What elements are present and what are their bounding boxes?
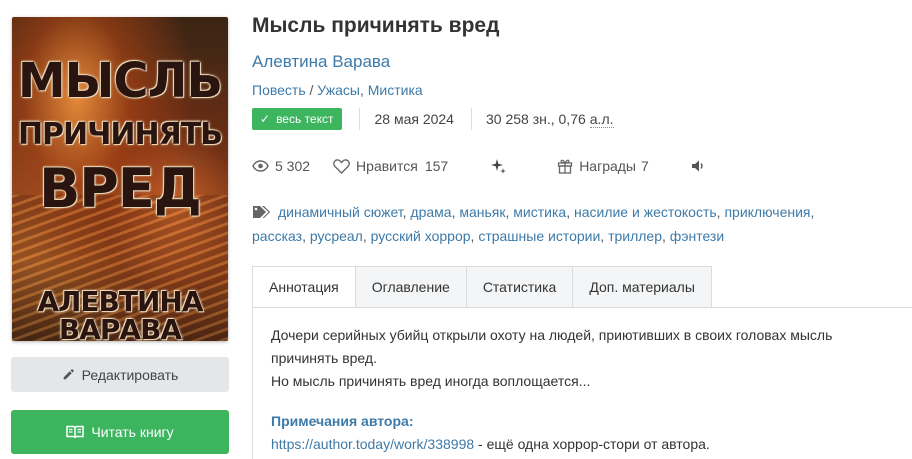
book-tabs: Аннотация Оглавление Статистика Доп. мат… [252,266,712,308]
tag-comma: , [600,228,609,244]
notes-link[interactable]: https://author.today/work/338998 [271,436,474,452]
book-cover[interactable]: МЫСЛЬ ПРИЧИНЯТЬ ВРЕД АЛЕВТИНА ВАРАВА [12,17,228,341]
book-page: МЫСЛЬ ПРИЧИНЯТЬ ВРЕД АЛЕВТИНА ВАРАВА Ред… [0,0,912,459]
heart-icon [333,158,350,174]
cover-author-line2: ВАРАВА [58,313,182,341]
tag-link[interactable]: маньяк [459,204,505,220]
tag-link[interactable]: рассказ [252,228,302,244]
cover-title-line1: МЫСЛЬ [17,53,223,109]
pencil-icon [62,368,75,381]
views-count: 5 302 [275,158,311,174]
tab-contents[interactable]: Оглавление [355,266,467,308]
annotation-text: Дочери серийных убийц открыли охоту на л… [271,327,833,366]
status-badge: ✓ весь текст [252,108,343,130]
audio-button[interactable] [690,159,712,173]
like-button[interactable]: Нравится 157 [333,158,448,174]
tag-link[interactable]: приключения [724,204,810,220]
edit-button[interactable]: Редактировать [11,357,229,392]
book-title: Мысль причинять вред [252,14,500,37]
tag-link[interactable]: мистика [513,204,566,220]
tag-link[interactable]: страшные истории [478,228,600,244]
annotation-text: Но мысль причинять вред иногда воплощает… [271,373,591,389]
tag-link[interactable]: триллер [608,228,662,244]
tags-icon [253,206,270,218]
text-size: 30 258 зн., 0,76 [485,111,586,127]
tab-statistics[interactable]: Статистика [466,266,574,308]
tab-annotation[interactable]: Аннотация [252,266,356,308]
size-unit[interactable]: а.л. [589,111,614,128]
read-book-label: Читать книгу [91,424,174,440]
edit-button-label: Редактировать [81,366,179,383]
likes-label: Нравится [356,158,418,174]
cover-title-line3: ВРЕД [39,157,202,220]
genre-link-mystic[interactable]: Мистика [368,82,423,98]
tag-comma: , [810,204,815,220]
publish-date: 28 мая 2024 [374,111,454,127]
genre-link-horror[interactable]: Ужасы [317,82,360,98]
genre-comma: , [359,82,368,98]
awards-count: 7 [641,158,649,174]
tag-link[interactable]: русреал [310,228,363,244]
tag-comma: , [662,228,670,244]
awards-button[interactable]: Награды 7 [557,158,649,174]
check-icon: ✓ [260,112,271,126]
form-link[interactable]: Повесть [252,82,306,98]
sparkles-icon [491,159,507,174]
eye-icon [252,160,269,172]
views-stat: 5 302 [252,158,310,174]
tag-link[interactable]: насилие и жестокость [574,204,717,220]
tab-extras[interactable]: Доп. материалы [573,266,712,308]
stats-row: 5 302 Нравится 157 Награды 7 [252,155,712,177]
read-book-button[interactable]: Читать книгу [11,410,229,454]
open-book-icon [66,425,85,439]
genre-separator: / [305,82,318,98]
tag-link[interactable]: фэнтези [670,228,724,244]
divider [470,108,472,130]
tag-link[interactable]: русский хоррор [371,228,471,244]
tags-list: динамичный сюжет, драма, маньяк, мистика… [252,200,892,248]
cover-title-line2: ПРИЧИНЯТЬ [17,117,223,152]
divider [359,108,361,130]
speaker-icon [691,160,703,172]
sparkles-button[interactable] [489,157,513,175]
genre-breadcrumb: Повесть / Ужасы, Мистика [252,82,423,98]
tag-comma: , [362,228,371,244]
tag-link[interactable]: динамичный сюжет [278,204,403,220]
status-badge-label: весь текст [276,112,334,126]
tag-link[interactable]: драма [410,204,451,220]
author-notes: https://author.today/work/338998 - ещё о… [271,433,894,456]
author-link[interactable]: Алевтина Варава [252,52,390,72]
likes-count: 157 [424,158,449,174]
annotation-panel: Дочери серийных убийц открыли охоту на л… [252,307,912,459]
tag-comma: , [566,204,574,220]
gift-icon [558,159,573,174]
awards-label: Награды [579,158,636,174]
notes-text: - ещё одна хоррор-стори от автора. [474,436,710,452]
author-notes-title: Примечания автора: [271,413,414,429]
meta-row: ✓ весь текст 28 мая 2024 30 258 зн., 0,7… [252,108,614,130]
tag-comma: , [302,228,310,244]
